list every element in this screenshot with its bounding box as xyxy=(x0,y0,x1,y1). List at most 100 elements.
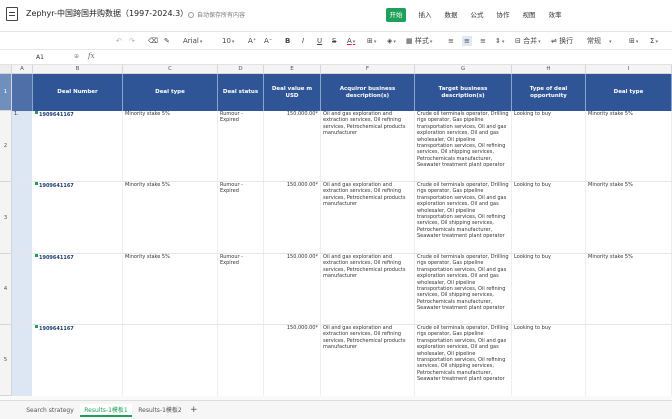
table-cell-deal-status[interactable]: Rumour - Expired xyxy=(218,111,264,182)
table-cell-deal-number[interactable]: 1909641167 xyxy=(33,111,123,182)
header-acquiror-description[interactable]: Acquiror business description(s) xyxy=(321,74,415,111)
table-cell-acquiror[interactable]: Oil and gas exploration and extraction s… xyxy=(321,325,415,396)
menu-data[interactable]: 数据 xyxy=(438,8,464,22)
column-header-f[interactable]: F xyxy=(321,65,415,74)
menu-collaborate[interactable]: 协作 xyxy=(490,8,516,22)
table-cell-target[interactable]: Crude oil terminals operator, Drilling r… xyxy=(415,254,512,325)
menu-efficiency[interactable]: 效率 xyxy=(542,8,568,22)
table-cell-marker[interactable] xyxy=(12,254,33,325)
sheet-tab-results-1[interactable]: Results-1模板1 xyxy=(80,404,132,417)
header-deal-value[interactable]: Deal value m USD xyxy=(264,74,321,111)
table-cell-target[interactable]: Crude oil terminals operator, Drilling r… xyxy=(415,182,512,254)
font-color-button[interactable]: A▾ xyxy=(347,36,355,47)
menu-formula[interactable]: 公式 xyxy=(464,8,490,22)
table-cell-opportunity[interactable]: Looking to buy xyxy=(512,111,586,182)
header-deal-type[interactable]: Deal type xyxy=(123,74,218,111)
header-deal-type-2[interactable]: Deal type xyxy=(586,74,672,111)
insert-table-icon[interactable]: ⊞▾ xyxy=(629,36,638,47)
header-deal-opportunity[interactable]: Type of deal opportunity xyxy=(512,74,586,111)
menu-home[interactable]: 开始 xyxy=(386,8,406,22)
name-box[interactable]: A1 xyxy=(36,54,44,61)
font-family-select[interactable]: Arial▾ xyxy=(183,36,202,47)
fill-color-icon[interactable]: ◈▾ xyxy=(387,36,396,47)
table-cell-deal-type[interactable]: Minority stake 5% xyxy=(123,254,218,325)
document-icon[interactable] xyxy=(6,7,18,21)
table-cell-deal-status[interactable]: Rumour - Expired xyxy=(218,182,264,254)
table-cell-deal-status[interactable]: Rumour - Expired xyxy=(218,254,264,325)
column-header-g[interactable]: G xyxy=(415,65,512,74)
shrink-font-button[interactable]: A⁻ xyxy=(264,36,272,46)
table-cell-marker[interactable] xyxy=(12,182,33,254)
table-cell-deal-value[interactable]: 150,000.00* xyxy=(264,182,321,254)
row-header-3[interactable]: 3 xyxy=(0,182,12,254)
table-cell-acquiror[interactable]: Oil and gas exploration and extraction s… xyxy=(321,254,415,325)
row-header-5[interactable]: 5 xyxy=(0,325,12,396)
bold-button[interactable]: B xyxy=(285,36,290,46)
table-cell-deal-value[interactable]: 150,000.00* xyxy=(264,325,321,396)
grow-font-button[interactable]: A⁺ xyxy=(248,36,256,46)
vertical-align-icon[interactable]: ⇕▾ xyxy=(495,36,504,47)
font-size-select[interactable]: 10▾ xyxy=(222,36,234,47)
row-header-1[interactable]: 1 xyxy=(0,74,12,111)
table-cell-deal-number[interactable]: 1909641167 xyxy=(33,182,123,254)
table-cell-opportunity[interactable]: Looking to buy xyxy=(512,254,586,325)
header-deal-status[interactable]: Deal status xyxy=(218,74,264,111)
table-cell-deal-type-2[interactable] xyxy=(586,325,672,396)
table-cell-target[interactable]: Crude oil terminals operator, Drilling r… xyxy=(415,111,512,182)
align-center-icon[interactable]: ≡ xyxy=(462,36,472,46)
align-right-icon[interactable]: ≡ xyxy=(480,36,486,46)
table-cell-deal-type[interactable]: Minority stake 5% xyxy=(123,111,218,182)
header-cell-a[interactable] xyxy=(12,74,33,111)
table-cell-deal-type[interactable]: Minority stake 5% xyxy=(123,182,218,254)
table-cell-marker[interactable] xyxy=(12,325,33,396)
table-cell-marker[interactable]: 1. xyxy=(12,111,33,182)
fx-icon[interactable]: fx xyxy=(88,52,95,60)
undo-icon[interactable]: ↶ xyxy=(116,36,122,46)
style-button[interactable]: ▦ 样式▾ xyxy=(406,36,432,47)
format-painter-icon[interactable]: ✎ xyxy=(164,36,170,46)
column-header-e[interactable]: E xyxy=(264,65,321,74)
select-all-corner[interactable] xyxy=(0,65,12,74)
table-cell-opportunity[interactable]: Looking to buy xyxy=(512,182,586,254)
column-header-i[interactable]: I xyxy=(586,65,672,74)
row-header-4[interactable]: 4 xyxy=(0,254,12,325)
column-header-b[interactable]: B xyxy=(33,65,123,74)
document-title[interactable]: Zephyr-中国跨国并购数据（1997-2024.3） xyxy=(26,8,188,19)
strikethrough-button[interactable]: S xyxy=(332,36,336,46)
sum-button[interactable]: Σ▾ xyxy=(650,36,658,47)
table-cell-target[interactable]: Crude oil terminals operator, Drilling r… xyxy=(415,325,512,396)
header-deal-number[interactable]: Deal Number xyxy=(33,74,123,111)
borders-icon[interactable]: ⊞▾ xyxy=(367,36,376,47)
clear-format-icon[interactable]: ⌫ xyxy=(148,36,158,46)
align-left-icon[interactable]: ≡ xyxy=(448,36,454,46)
table-cell-deal-type[interactable] xyxy=(123,325,218,396)
table-cell-acquiror[interactable]: Oil and gas exploration and extraction s… xyxy=(321,182,415,254)
underline-button[interactable]: U xyxy=(317,36,322,46)
italic-button[interactable]: I xyxy=(302,36,304,46)
merge-button[interactable]: ⊟ 合并▾ xyxy=(515,36,541,47)
number-format-select[interactable]: 常规 ▾ xyxy=(587,36,612,47)
row-header-2[interactable]: 2 xyxy=(0,111,12,182)
add-sheet-button[interactable]: + xyxy=(190,404,198,416)
table-cell-acquiror[interactable]: Oil and gas exploration and extraction s… xyxy=(321,111,415,182)
column-header-a[interactable]: A xyxy=(12,65,33,74)
table-cell-deal-type-2[interactable]: Minority stake 5% xyxy=(586,254,672,325)
menu-insert[interactable]: 插入 xyxy=(412,8,438,22)
menu-view[interactable]: 视图 xyxy=(516,8,542,22)
table-cell-opportunity[interactable]: Looking to buy xyxy=(512,325,586,396)
table-cell-deal-number[interactable]: 1909641167 xyxy=(33,325,123,396)
table-cell-deal-number[interactable]: 1909641167 xyxy=(33,254,123,325)
column-header-h[interactable]: H xyxy=(512,65,586,74)
column-header-c[interactable]: C xyxy=(123,65,218,74)
sheet-tab-results-2[interactable]: Results-1模板2 xyxy=(134,404,186,417)
wrap-button[interactable]: ⇌ 换行 xyxy=(551,36,573,46)
table-cell-deal-type-2[interactable]: Minority stake 5% xyxy=(586,182,672,254)
table-cell-deal-value[interactable]: 150,000.00* xyxy=(264,254,321,325)
table-cell-deal-status[interactable] xyxy=(218,325,264,396)
table-cell-deal-value[interactable]: 150,000.00* xyxy=(264,111,321,182)
zoom-icon[interactable]: ⊕ xyxy=(74,53,79,60)
table-cell-deal-type-2[interactable]: Minority stake 5% xyxy=(586,111,672,182)
redo-icon[interactable]: ↷ xyxy=(129,36,135,46)
header-target-description[interactable]: Target business description(s) xyxy=(415,74,512,111)
sheet-tab-search-strategy[interactable]: Search strategy xyxy=(24,404,76,417)
